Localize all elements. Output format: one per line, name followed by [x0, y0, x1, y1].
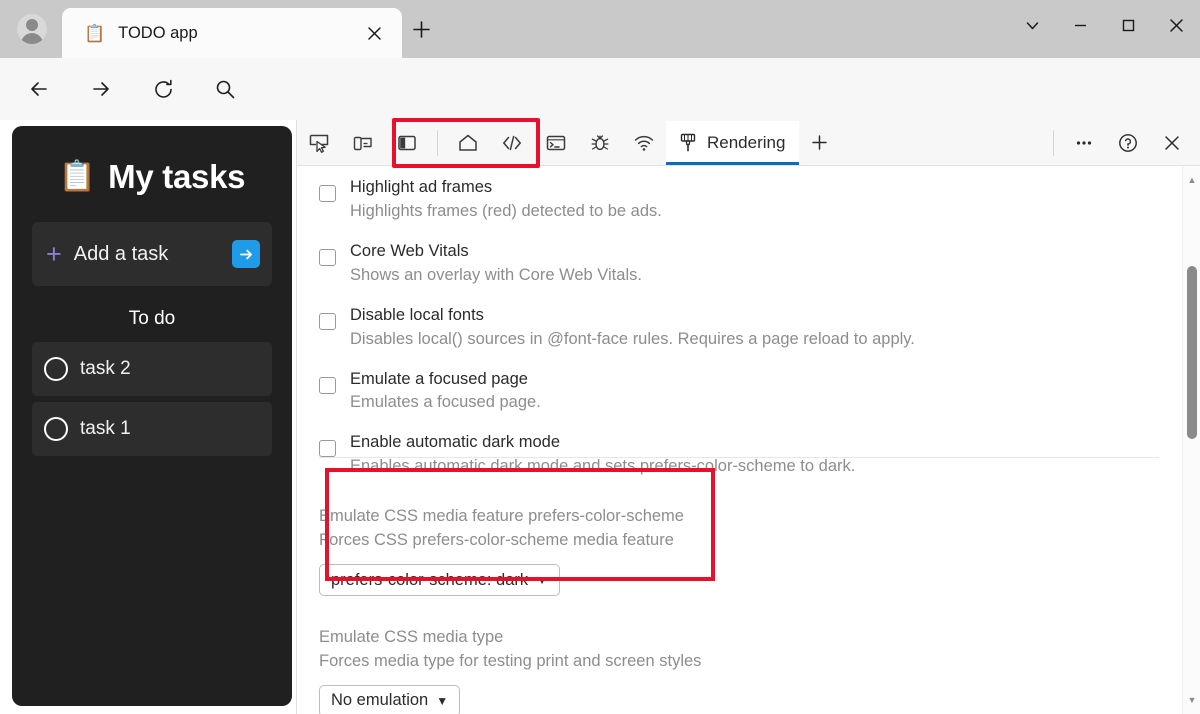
devtools-toolbar: Rendering — [297, 120, 1200, 166]
setting-css-media-type: Emulate CSS media type Forces media type… — [319, 626, 1179, 714]
toolbar-divider — [437, 129, 438, 156]
setting-title: Enable automatic dark mode — [350, 433, 561, 452]
checkbox[interactable] — [319, 376, 336, 394]
todo-app-viewport: 📋 My tasks + Add a task To do task 2 tas… — [8, 122, 296, 710]
setting-description: Shows an overlay with Core Web Vitals. — [350, 265, 642, 284]
setting-description: Enables automatic dark mode and sets pre… — [350, 457, 856, 476]
panel-scrollbar[interactable]: ▲ ▼ — [1182, 166, 1200, 714]
clipboard-icon: 📋 — [58, 160, 97, 193]
debugger-icon[interactable] — [578, 121, 622, 165]
close-devtools-icon[interactable] — [1150, 121, 1194, 165]
task-toggle-circle-icon[interactable] — [44, 417, 68, 441]
search-icon[interactable] — [204, 68, 246, 110]
css-media-type-select[interactable]: No emulation ▼ — [319, 684, 461, 714]
scroll-down-arrow-icon[interactable]: ▼ — [1183, 690, 1200, 710]
setting-highlight-ad-frames[interactable]: Highlight ad frames Highlights frames (r… — [319, 176, 1179, 224]
close-icon[interactable] — [360, 19, 388, 47]
setting-prefers-color-scheme: Emulate CSS media feature prefers-color-… — [319, 505, 1179, 597]
brush-icon — [678, 132, 698, 153]
avatar — [17, 14, 47, 44]
browser-navbar: localhost:8080/demo-to-do/ — [0, 58, 1200, 173]
chevron-down-icon: ▼ — [536, 573, 549, 588]
select-value: prefers-color-scheme: dark — [331, 570, 529, 589]
add-task-placeholder: Add a task — [73, 242, 169, 265]
prefers-color-scheme-select[interactable]: prefers-color-scheme: dark ▼ — [319, 564, 561, 597]
tab-rendering-label: Rendering — [707, 132, 786, 152]
task-row[interactable]: task 1 — [32, 402, 272, 456]
setting-disable-local-fonts[interactable]: Disable local fonts Disables local() sou… — [319, 304, 1179, 352]
setting-title: Disable local fonts — [350, 305, 484, 324]
page-content: 📋 My tasks + Add a task To do task 2 tas… — [0, 118, 1200, 714]
help-icon[interactable] — [1106, 121, 1150, 165]
minimize-button[interactable] — [1056, 0, 1104, 50]
browser-window: 📋 TODO app 📋 My tasks + Add a task To do… — [0, 0, 1200, 714]
new-tab-button[interactable] — [404, 12, 438, 46]
setting-description: Forces media type for testing print and … — [319, 651, 702, 670]
checkbox[interactable] — [319, 312, 336, 330]
profile-button[interactable] — [10, 8, 54, 50]
checkbox[interactable] — [319, 248, 336, 266]
task-label: task 1 — [80, 418, 131, 439]
tab-rendering[interactable]: Rendering — [666, 120, 800, 165]
task-row[interactable]: task 2 — [32, 342, 272, 396]
setting-description: Emulates a focused page. — [350, 393, 541, 412]
setting-emulate-focused-page[interactable]: Emulate a focused page Emulates a focuse… — [319, 368, 1179, 416]
clipboard-icon: 📋 — [84, 23, 106, 43]
network-icon[interactable] — [622, 121, 666, 165]
checkbox[interactable] — [319, 440, 336, 458]
inspect-element-icon[interactable] — [297, 121, 341, 165]
todo-app-header: 📋 My tasks — [32, 158, 272, 196]
checkbox[interactable] — [319, 185, 336, 202]
elements-icon[interactable] — [490, 121, 534, 165]
rendering-panel: Highlight ad frames Highlights frames (r… — [297, 166, 1200, 714]
maximize-button[interactable] — [1104, 0, 1152, 50]
arrow-right-icon[interactable] — [232, 240, 260, 268]
window-controls — [1008, 0, 1200, 50]
scroll-up-arrow-icon[interactable]: ▲ — [1183, 170, 1200, 190]
setting-core-web-vitals[interactable]: Core Web Vitals Shows an overlay with Co… — [319, 240, 1179, 288]
devtools-toolbar-actions — [1045, 121, 1200, 165]
forward-arrow-icon[interactable] — [80, 68, 122, 110]
tab-title: TODO app — [118, 23, 198, 42]
setting-description: Disables local() sources in @font-face r… — [350, 329, 915, 348]
browser-titlebar: 📋 TODO app — [0, 0, 1200, 58]
devtools-more-button[interactable] — [1062, 121, 1106, 165]
page-title: My tasks — [108, 158, 246, 195]
add-tool-button[interactable] — [799, 121, 839, 165]
back-arrow-icon[interactable] — [18, 68, 60, 110]
home-icon[interactable] — [446, 121, 490, 165]
setting-title: Emulate CSS media feature prefers-color-… — [319, 507, 684, 526]
select-value: No emulation — [331, 691, 429, 710]
scrollbar-thumb[interactable] — [1187, 266, 1197, 439]
tab-actions-menu-button[interactable] — [1008, 0, 1056, 50]
section-divider — [319, 457, 1159, 458]
console-icon[interactable] — [534, 121, 578, 165]
setting-automatic-dark-mode[interactable]: Enable automatic dark mode Enables autom… — [319, 431, 1179, 479]
setting-title: Highlight ad frames — [350, 178, 493, 196]
task-toggle-circle-icon[interactable] — [44, 357, 68, 381]
plus-icon: + — [46, 238, 62, 269]
chevron-down-icon: ▼ — [436, 693, 449, 708]
add-task-input[interactable]: + Add a task — [32, 222, 272, 286]
browser-tab-todo-app[interactable]: 📋 TODO app — [62, 8, 402, 58]
dock-side-icon[interactable] — [385, 121, 429, 165]
toolbar-divider — [1053, 129, 1054, 156]
reload-icon[interactable] — [142, 68, 184, 110]
setting-title: Emulate a focused page — [350, 369, 528, 388]
setting-title: Emulate CSS media type — [319, 628, 504, 647]
device-emulation-icon[interactable] — [341, 121, 385, 165]
task-label: task 2 — [80, 358, 131, 379]
todo-app: 📋 My tasks + Add a task To do task 2 tas… — [12, 126, 292, 706]
setting-description: Highlights frames (red) detected to be a… — [350, 201, 662, 220]
todo-section-label: To do — [128, 308, 176, 329]
setting-title: Core Web Vitals — [350, 241, 469, 260]
rendering-settings-list: Highlight ad frames Highlights frames (r… — [297, 166, 1179, 714]
devtools-pane: Rendering Highlight ad frames Highlights… — [296, 120, 1200, 714]
setting-description: Forces CSS prefers-color-scheme media fe… — [319, 531, 674, 550]
close-window-button[interactable] — [1152, 0, 1200, 50]
